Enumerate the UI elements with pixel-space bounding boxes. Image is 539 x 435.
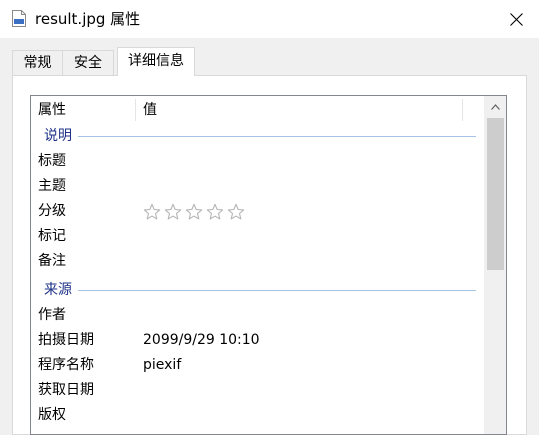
star-icon[interactable] xyxy=(164,203,182,221)
column-divider[interactable] xyxy=(135,99,136,121)
column-divider[interactable] xyxy=(462,99,463,121)
column-header-value[interactable]: 值 xyxy=(143,96,157,124)
property-name: 作者 xyxy=(38,307,66,323)
star-icon[interactable] xyxy=(206,203,224,221)
title-bar: result.jpg 属性 xyxy=(0,0,539,38)
close-icon xyxy=(509,12,523,26)
list-item[interactable]: 程序名称 piexif xyxy=(31,353,484,378)
group-label: 来源 xyxy=(44,282,72,298)
chevron-up-icon xyxy=(490,104,500,110)
column-header-property[interactable]: 属性 xyxy=(38,96,66,124)
tab-security[interactable]: 安全 xyxy=(62,50,114,76)
list-item[interactable]: 分级 xyxy=(31,199,484,224)
property-name: 备注 xyxy=(38,253,66,269)
group-header-description: 说明 xyxy=(31,124,484,149)
list-item[interactable]: 获取日期 xyxy=(31,378,484,403)
property-name: 版权 xyxy=(38,407,66,423)
property-list[interactable]: 属性 值 说明 标题 主题 分级 标记 备注 来源 作者 拍摄日期 2099/9… xyxy=(30,95,507,435)
list-item[interactable]: 作者 xyxy=(31,303,484,328)
window-title: result.jpg 属性 xyxy=(35,10,141,28)
scrollbar-thumb[interactable] xyxy=(487,118,504,270)
list-item[interactable]: 拍摄日期 2099/9/29 10:10 xyxy=(31,328,484,353)
property-value: 2099/9/29 10:10 xyxy=(143,332,260,348)
property-name: 分级 xyxy=(38,203,66,219)
group-header-origin: 来源 xyxy=(31,278,484,303)
property-name: 拍摄日期 xyxy=(38,332,94,348)
star-icon[interactable] xyxy=(143,203,161,221)
close-button[interactable] xyxy=(493,0,539,38)
property-name: 标记 xyxy=(38,228,66,244)
property-name: 主题 xyxy=(38,178,66,194)
group-label: 说明 xyxy=(44,128,72,144)
list-header: 属性 值 xyxy=(31,96,484,124)
list-item[interactable]: 版权 xyxy=(31,403,484,428)
group-divider xyxy=(78,290,476,291)
jpg-file-icon xyxy=(12,10,26,27)
list-item[interactable]: 标题 xyxy=(31,149,484,174)
tab-details[interactable]: 详细信息 xyxy=(117,47,195,76)
property-name: 程序名称 xyxy=(38,357,94,373)
group-divider xyxy=(78,136,476,137)
property-name: 获取日期 xyxy=(38,382,94,398)
scroll-up-button[interactable] xyxy=(484,96,506,118)
rating-stars[interactable] xyxy=(143,199,245,224)
list-item[interactable]: 标记 xyxy=(31,224,484,249)
list-item[interactable]: 主题 xyxy=(31,174,484,199)
property-value: piexif xyxy=(143,357,182,373)
star-icon[interactable] xyxy=(185,203,203,221)
list-item[interactable]: 备注 xyxy=(31,249,484,274)
property-name: 标题 xyxy=(38,153,66,169)
tab-strip: 常规 安全 详细信息 xyxy=(0,38,539,76)
star-icon[interactable] xyxy=(227,203,245,221)
tab-general[interactable]: 常规 xyxy=(12,50,63,76)
vertical-scrollbar[interactable] xyxy=(484,96,506,434)
